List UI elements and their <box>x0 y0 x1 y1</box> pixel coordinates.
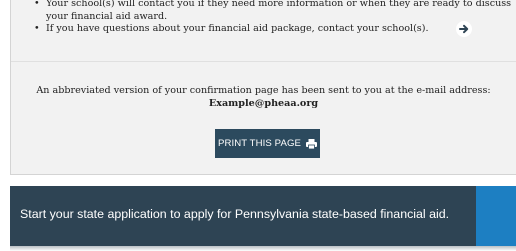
instruction-text-2: If you have questions about your financi… <box>46 23 429 35</box>
arrow-right-circle-icon[interactable] <box>456 21 472 37</box>
instruction-text-1: Your school(s) will contact you if they … <box>46 0 512 22</box>
confirmation-message-text: An abbreviated version of your confirmat… <box>36 85 491 96</box>
confirmation-message: An abbreviated version of your confirmat… <box>11 85 516 110</box>
section-divider <box>11 61 516 62</box>
state-application-banner[interactable]: Start your state application to apply fo… <box>10 186 516 246</box>
list-item: • If you have questions about your finan… <box>34 23 429 35</box>
banner-arrow-box <box>476 186 516 246</box>
banner-shadow <box>10 246 516 251</box>
confirmation-email: Example@pheaa.org <box>208 97 319 109</box>
list-item: • Your school(s) will contact you if the… <box>34 0 512 22</box>
confirmation-page: • Your school(s) will contact you if the… <box>0 0 516 251</box>
instructions-list: • Your school(s) will contact you if the… <box>28 0 516 36</box>
printer-icon <box>306 138 318 149</box>
print-page-button[interactable]: PRINT THIS PAGE <box>215 129 320 158</box>
print-button-label: PRINT THIS PAGE <box>217 138 302 149</box>
state-application-text: Start your state application to apply fo… <box>20 207 450 221</box>
panel-bottom-border <box>10 174 516 175</box>
